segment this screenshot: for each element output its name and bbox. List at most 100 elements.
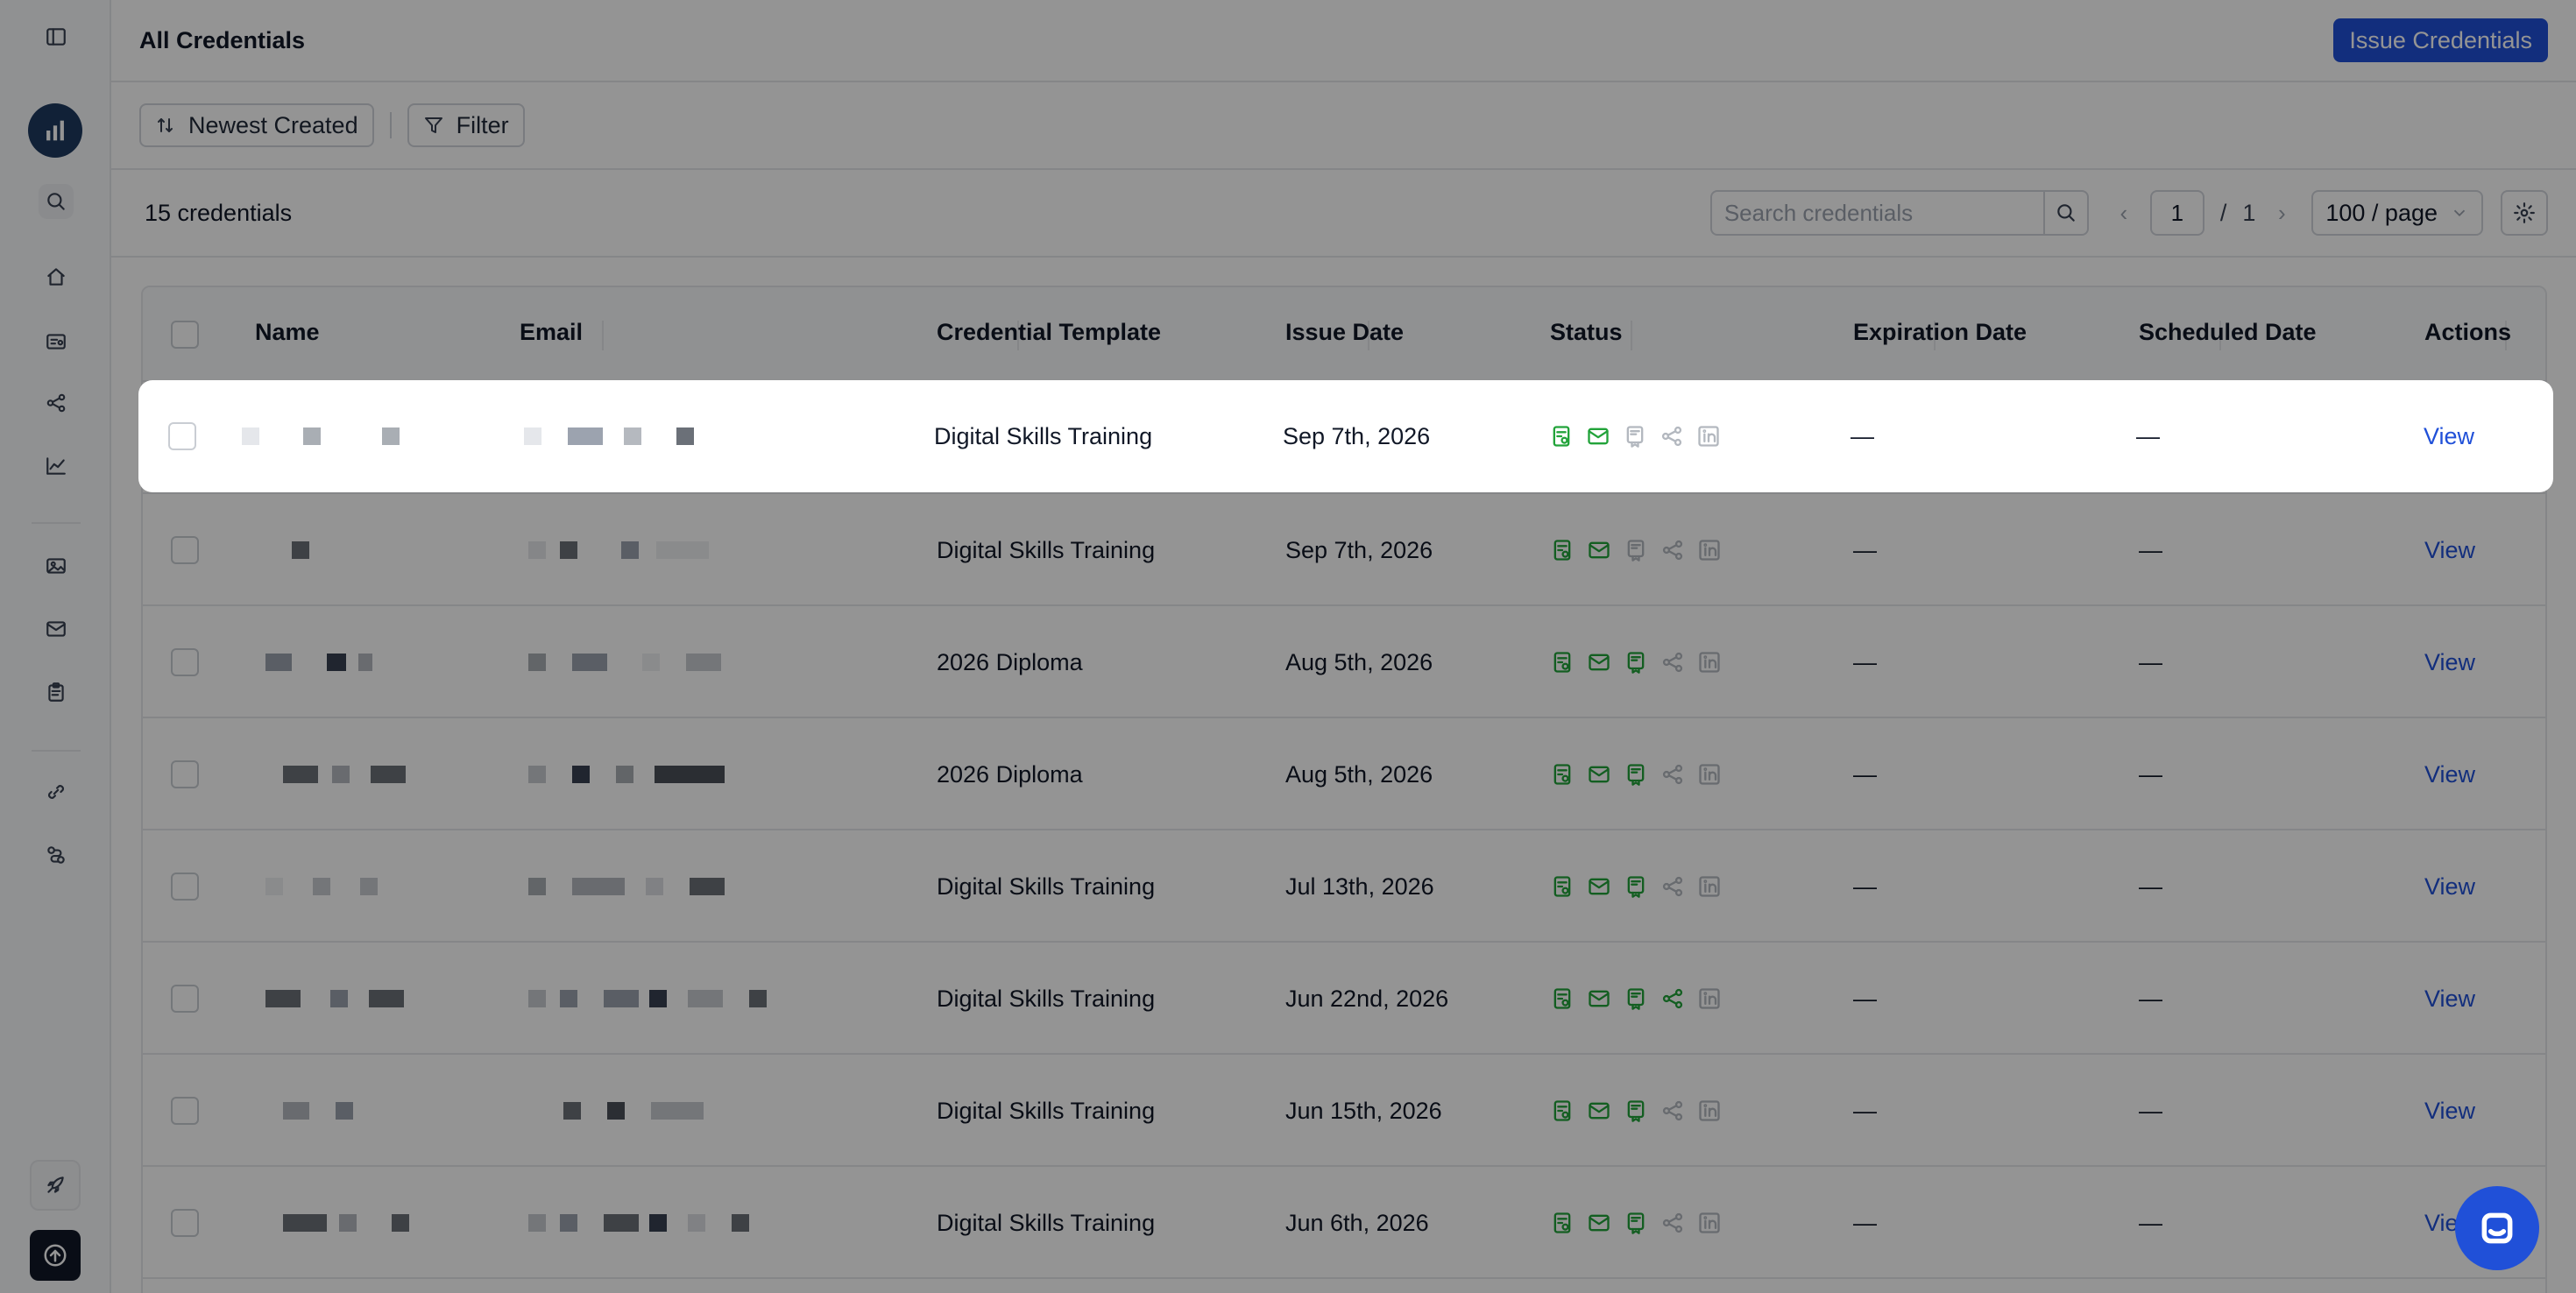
- issue-credentials-button[interactable]: Issue Credentials: [2333, 18, 2548, 62]
- analytics-icon[interactable]: [39, 449, 74, 484]
- column-header-template[interactable]: Credential Template: [937, 319, 1161, 346]
- chevron-down-icon: [2453, 209, 2466, 217]
- page-number-input[interactable]: [2149, 190, 2204, 236]
- view-link[interactable]: View: [2424, 423, 2474, 450]
- name-cell: [265, 1055, 353, 1167]
- expiration-cell: —: [1853, 760, 1877, 788]
- search-icon[interactable]: [39, 184, 74, 219]
- toolbar-divider: [389, 112, 392, 138]
- select-all-checkbox[interactable]: [171, 321, 199, 349]
- scheduled-cell: —: [2139, 536, 2162, 563]
- share-icon: [1662, 764, 1683, 785]
- highlighted-table-row[interactable]: Digital Skills Training Sep 7th, 2026 — …: [138, 380, 2553, 492]
- upgrade-icon[interactable]: [30, 1230, 81, 1281]
- table-row[interactable]: Digital Skills Training Sep 7th, 2026 — — Vi…: [143, 494, 2545, 606]
- home-icon[interactable]: [39, 259, 74, 294]
- next-page-icon[interactable]: ›: [2271, 200, 2292, 227]
- mail-icon: [1589, 654, 1610, 671]
- view-link[interactable]: View: [2424, 1098, 2475, 1125]
- row-checkbox[interactable]: [171, 648, 199, 676]
- checkbox-cell: [171, 1167, 199, 1279]
- redacted-email: [528, 766, 725, 783]
- prev-page-icon[interactable]: ‹: [2113, 200, 2134, 227]
- page-size-value: 100 / page: [2325, 199, 2438, 226]
- status-icons: [1550, 874, 1722, 899]
- badge-viewed-icon: [1627, 1100, 1645, 1122]
- table-row[interactable]: 2026 Diploma Aug 5th, 2026 — — View: [143, 718, 2545, 830]
- mail-icon: [1589, 1102, 1610, 1120]
- column-header-issue-date[interactable]: Issue Date: [1285, 319, 1404, 346]
- sort-button[interactable]: Newest Created: [139, 103, 374, 147]
- certificate-icon: [1553, 764, 1571, 785]
- certificate-icon: [1553, 988, 1571, 1009]
- table-row[interactable]: Digital Skills Training Jun 6th, 2026— — Vi…: [143, 1167, 2545, 1279]
- pathways-icon[interactable]: [39, 385, 74, 420]
- page-size-select[interactable]: 100 / page: [2311, 190, 2483, 236]
- search-input[interactable]: [1709, 190, 2043, 236]
- view-link[interactable]: View: [2424, 649, 2475, 676]
- status-cell: [1550, 830, 1722, 943]
- actions-cell: View: [2424, 943, 2475, 1055]
- template-cell: Digital Skills Training: [937, 536, 1156, 563]
- filter-label: Filter: [456, 111, 509, 138]
- clipboard-icon[interactable]: [39, 675, 74, 710]
- name-cell: [242, 380, 400, 492]
- mail-icon: [1589, 1214, 1610, 1232]
- column-header-expiration[interactable]: Expiration Date: [1853, 319, 2027, 346]
- column-header-name[interactable]: Name: [255, 319, 320, 346]
- status-cell: [1550, 718, 1722, 830]
- table-row[interactable]: Digital Skills Training Jul 13th, 2026 — — V…: [143, 830, 2545, 943]
- chat-support-button[interactable]: [2455, 1186, 2539, 1270]
- row-checkbox[interactable]: [171, 536, 199, 564]
- badge-viewed-icon: [1627, 1212, 1645, 1234]
- name-cell: [265, 943, 404, 1055]
- redacted-email: [528, 990, 767, 1007]
- top-bar: All Credentials Issue Credentials: [111, 0, 2576, 82]
- expiration-cell: —: [1853, 1097, 1877, 1124]
- email-cell: [528, 943, 767, 1055]
- checkbox-cell: [171, 1055, 199, 1167]
- table-row[interactable]: Digital Skills Training Jun 22nd, 2026 — — V…: [143, 943, 2545, 1055]
- view-link[interactable]: View: [2424, 761, 2475, 788]
- issue-date-cell: Aug 5th, 2026: [1285, 648, 1433, 675]
- mail-icon: [1589, 766, 1610, 783]
- rocket-icon[interactable]: [30, 1160, 81, 1211]
- search-button[interactable]: [2042, 190, 2089, 236]
- org-logo[interactable]: [28, 103, 82, 158]
- row-checkbox[interactable]: [171, 985, 199, 1013]
- view-link[interactable]: View: [2424, 873, 2475, 901]
- share-icon: [1662, 1100, 1683, 1121]
- redacted-email: [528, 1214, 749, 1232]
- issue-date-cell: Aug 5th, 2026: [1285, 760, 1433, 788]
- workflow-icon[interactable]: [39, 837, 74, 873]
- row-checkbox[interactable]: [171, 873, 199, 901]
- select-all-cell: [171, 287, 199, 382]
- status-cell: [1550, 1055, 1722, 1167]
- integrations-icon[interactable]: [39, 774, 74, 809]
- table-row[interactable]: 2026 Diploma Aug 5th, 2026 — — View: [143, 606, 2545, 718]
- credentials-icon[interactable]: [39, 324, 74, 359]
- column-header-scheduled[interactable]: Scheduled Date: [2139, 319, 2317, 346]
- badge-viewed-icon: [1626, 426, 1644, 448]
- row-checkbox[interactable]: [171, 1097, 199, 1125]
- view-link[interactable]: View: [2424, 986, 2475, 1013]
- badge-viewed-icon: [1627, 540, 1645, 562]
- image-icon[interactable]: [39, 548, 74, 583]
- table-row[interactable]: Digital Skills Training Jun 15th, 2026 — — V…: [143, 1055, 2545, 1167]
- settings-button[interactable]: [2501, 190, 2548, 236]
- template-cell: Digital Skills Training: [934, 422, 1153, 449]
- actions-cell: View: [2424, 1055, 2475, 1167]
- template-cell: Digital Skills Training: [937, 985, 1156, 1012]
- redacted-name: [265, 878, 378, 895]
- share-icon: [1662, 876, 1683, 897]
- mail-icon[interactable]: [39, 611, 74, 646]
- share-icon: [1661, 426, 1682, 447]
- row-checkbox[interactable]: [168, 422, 196, 450]
- view-link[interactable]: View: [2424, 537, 2475, 564]
- row-checkbox[interactable]: [171, 760, 199, 788]
- row-checkbox[interactable]: [171, 1209, 199, 1237]
- sidebar-toggle-icon[interactable]: [39, 19, 74, 54]
- column-header-email[interactable]: Email: [520, 319, 583, 346]
- column-header-status[interactable]: Status: [1550, 319, 1623, 346]
- filter-button[interactable]: Filter: [407, 103, 525, 147]
